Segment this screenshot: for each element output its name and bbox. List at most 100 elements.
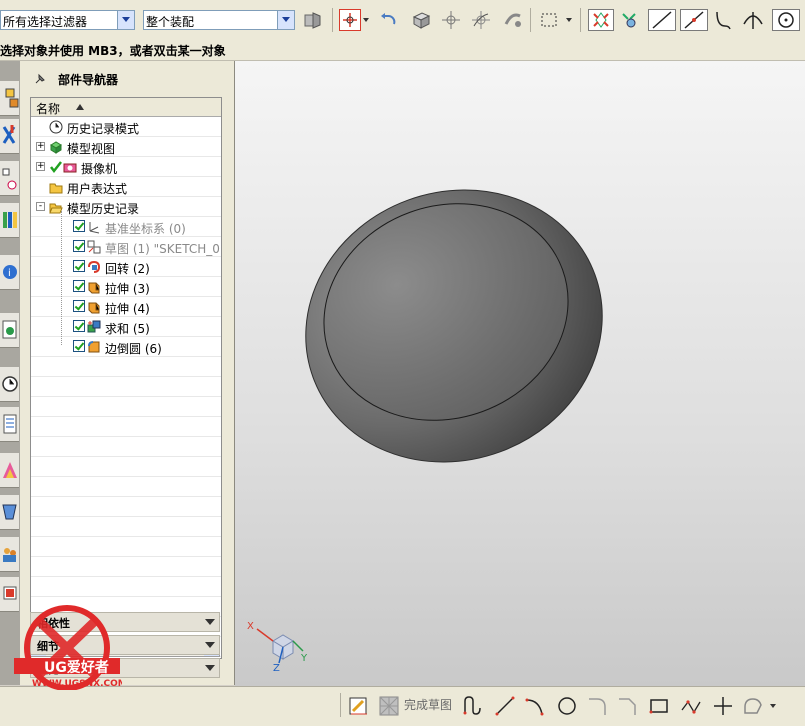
tree-node[interactable]: 历史记录模式 bbox=[31, 117, 221, 137]
point-constructor-button[interactable] bbox=[440, 9, 462, 31]
feature-node[interactable]: 边倒圆 (6) bbox=[31, 337, 221, 357]
system-materials-tab[interactable] bbox=[0, 407, 19, 442]
point-set-icon bbox=[504, 13, 521, 27]
collapse-icon[interactable]: - bbox=[36, 202, 45, 211]
selection-scope-dropdown[interactable]: 整个装配 bbox=[143, 10, 295, 30]
fillet-icon bbox=[589, 698, 606, 715]
history-clock-tab[interactable] bbox=[0, 367, 19, 402]
assembly-navigator-tab[interactable] bbox=[0, 81, 19, 116]
color-palette-icon bbox=[3, 462, 17, 478]
wcs-triad-icon: X Y Z bbox=[247, 621, 308, 673]
visibility-checkbox[interactable] bbox=[73, 300, 85, 312]
empty-row bbox=[31, 437, 221, 457]
visibility-checkbox[interactable] bbox=[73, 220, 85, 232]
extrude-icon bbox=[88, 302, 100, 314]
snap-tangent-button[interactable] bbox=[712, 9, 734, 31]
snap-center-button[interactable] bbox=[772, 9, 800, 31]
feature-node[interactable]: 拉伸 (3) bbox=[31, 277, 221, 297]
point-on-curve-button[interactable] bbox=[470, 9, 492, 31]
visibility-checkbox[interactable] bbox=[73, 340, 85, 352]
point-set-button[interactable] bbox=[502, 9, 524, 31]
tree-node[interactable]: 用户表达式 bbox=[31, 177, 221, 197]
snap-dropdown-button[interactable] bbox=[362, 9, 372, 31]
manufacturing-wizards-tab[interactable] bbox=[0, 495, 19, 530]
document-globe-icon bbox=[2, 320, 17, 339]
select-region-dropdown[interactable] bbox=[565, 9, 575, 31]
sort-ascending-icon bbox=[76, 104, 84, 110]
watermark-url: WWW.UGSNX.COM bbox=[32, 679, 122, 689]
snap-midpoint-button[interactable] bbox=[680, 9, 708, 31]
select-region-button[interactable] bbox=[538, 9, 560, 31]
extrude-icon bbox=[88, 282, 100, 294]
chamfer-button[interactable] bbox=[616, 695, 638, 717]
watermark-logo: UG爱好者 WWW.UGSNX.COM bbox=[14, 605, 127, 691]
offset-curve-button[interactable] bbox=[742, 695, 764, 717]
undo-button[interactable] bbox=[377, 9, 399, 31]
tree-node[interactable]: + 摄像机 bbox=[31, 157, 221, 177]
visibility-checkbox[interactable] bbox=[73, 260, 85, 272]
offset-curve-dropdown[interactable] bbox=[768, 695, 780, 717]
history-tab[interactable] bbox=[0, 313, 19, 348]
snap-line-button[interactable] bbox=[648, 9, 676, 31]
snap-intersection-button[interactable] bbox=[742, 9, 764, 31]
point-button[interactable] bbox=[712, 695, 734, 717]
list-icon bbox=[3, 414, 17, 434]
line-icon bbox=[495, 696, 515, 716]
finish-sketch-flag[interactable] bbox=[378, 695, 400, 717]
reuse-library-tab[interactable] bbox=[0, 203, 19, 238]
part-navigator-tab[interactable] bbox=[0, 161, 19, 196]
arc-button[interactable] bbox=[524, 695, 546, 717]
roles-people-icon bbox=[3, 548, 16, 562]
feature-node[interactable]: 回转 (2) bbox=[31, 257, 221, 277]
sketch-name-button[interactable] bbox=[348, 695, 370, 717]
shaded-view-button[interactable] bbox=[410, 9, 432, 31]
tree-node[interactable]: + 模型视图 bbox=[31, 137, 221, 157]
snap-settings-icon bbox=[622, 13, 636, 28]
selection-filter-dropdown[interactable]: 所有选择过滤器 bbox=[0, 10, 135, 30]
feature-node-label: 求和 (5) bbox=[105, 322, 150, 336]
feature-node[interactable]: 拉伸 (4) bbox=[31, 297, 221, 317]
internet-explorer-tab[interactable]: i bbox=[0, 255, 19, 290]
feature-node-label: 拉伸 (3) bbox=[105, 282, 150, 296]
profile-button[interactable] bbox=[462, 695, 484, 717]
visibility-checkbox[interactable] bbox=[73, 280, 85, 292]
rectangle-button[interactable] bbox=[648, 695, 670, 717]
visibility-checkbox[interactable] bbox=[73, 320, 85, 332]
pin-icon[interactable] bbox=[33, 72, 47, 86]
tree-node-label: 模型视图 bbox=[67, 142, 116, 156]
snap-endpoint-button[interactable] bbox=[588, 9, 614, 31]
graphics-viewport[interactable]: X Y Z bbox=[235, 61, 805, 686]
expand-icon[interactable]: + bbox=[36, 142, 45, 151]
snap-settings-button[interactable] bbox=[618, 9, 640, 31]
tree-node[interactable]: - 模型历史记录 bbox=[31, 197, 221, 217]
roles-tab[interactable] bbox=[0, 537, 19, 572]
feature-node[interactable]: 草图 (1) "SKETCH_0... bbox=[31, 237, 221, 257]
chevron-down-icon bbox=[277, 11, 294, 29]
chevron-down-icon bbox=[363, 18, 369, 22]
fillet-button[interactable] bbox=[586, 695, 608, 717]
empty-row bbox=[31, 497, 221, 517]
info-globe-icon: i bbox=[3, 265, 17, 279]
model-render[interactable] bbox=[235, 61, 805, 686]
selection-priority-button[interactable] bbox=[302, 9, 324, 31]
column-header-name[interactable]: 名称 bbox=[31, 98, 221, 117]
intersection-icon bbox=[743, 12, 763, 29]
expand-icon[interactable]: + bbox=[36, 162, 45, 171]
line-button[interactable] bbox=[494, 695, 516, 717]
feature-node[interactable]: 基准坐标系 (0) bbox=[31, 217, 221, 237]
circle-button[interactable] bbox=[556, 695, 578, 717]
visibility-checkbox[interactable] bbox=[73, 240, 85, 252]
studio-spline-button[interactable] bbox=[680, 695, 702, 717]
finish-sketch-label[interactable]: 完成草图 bbox=[404, 696, 452, 713]
point-on-curve-icon bbox=[472, 11, 490, 29]
assembly-select-icon bbox=[304, 12, 321, 29]
chamfer-icon bbox=[619, 698, 636, 715]
navigator-tree[interactable]: 名称 历史记录模式 + 模型视图 + 摄像机 用户表达式 - 模型历史记录 基准坐标系 (0) 草… bbox=[30, 97, 222, 659]
site-watermark: UG爱好者 WWW.UGSNX.COM bbox=[12, 598, 127, 691]
empty-row bbox=[31, 477, 221, 497]
feature-node[interactable]: 求和 (5) bbox=[31, 317, 221, 337]
process-studio-tab[interactable] bbox=[0, 453, 19, 488]
constraint-navigator-tab[interactable] bbox=[0, 119, 19, 154]
snap-point-button[interactable] bbox=[339, 9, 361, 31]
green-check-icon[interactable] bbox=[49, 160, 63, 174]
